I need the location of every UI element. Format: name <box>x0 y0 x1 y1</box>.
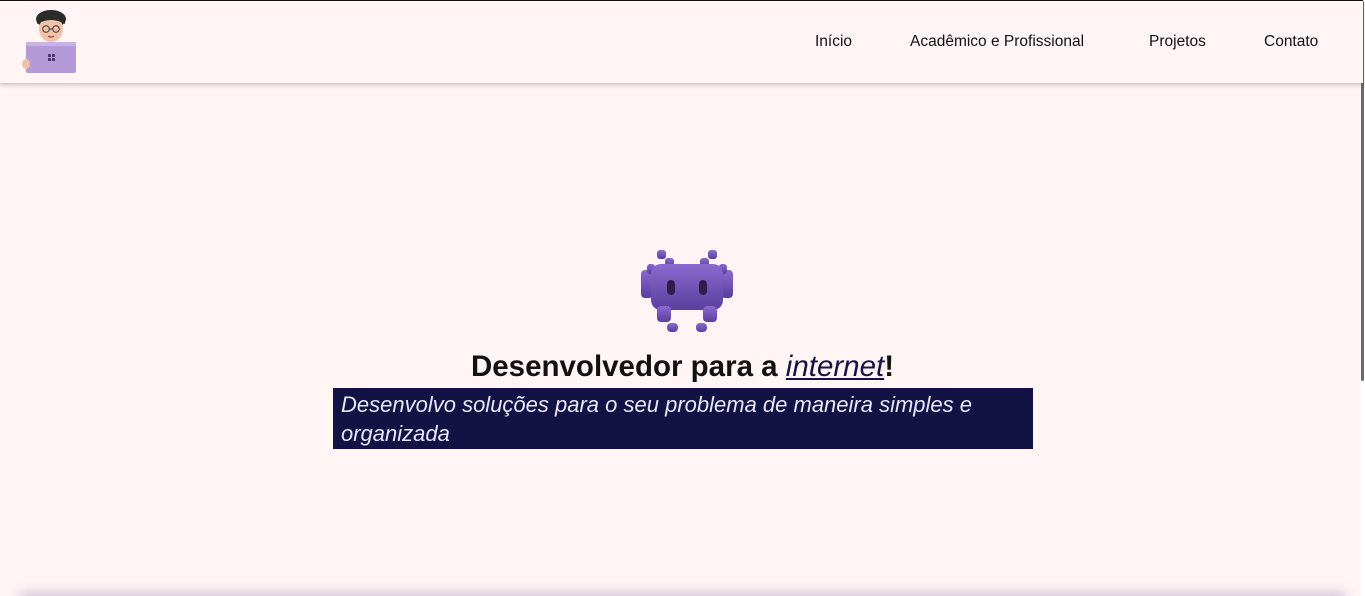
hero-title-end: ! <box>884 350 895 383</box>
hero-title-text: Desenvolvedor para a <box>470 350 786 383</box>
nav-link-inicio[interactable]: Início <box>815 33 852 51</box>
site-header: Início Acadêmico e Profissional Projetos… <box>0 0 1363 83</box>
main-nav: Início Acadêmico e Profissional Projetos… <box>0 33 1363 55</box>
hero-title-highlight: internet <box>785 350 885 383</box>
nav-link-academico-profissional[interactable]: Acadêmico e Profissional <box>910 33 1084 51</box>
page-scrollbar[interactable] <box>1361 0 1365 596</box>
hero-title: Desenvolvedor para a internet! <box>0 350 1365 384</box>
hero-section: Desenvolvedor para a internet! Desenvolv… <box>0 82 1363 596</box>
nav-link-contato[interactable]: Contato <box>1264 33 1318 51</box>
page: Início Acadêmico e Profissional Projetos… <box>0 0 1365 596</box>
alien-monster-icon <box>641 250 733 336</box>
nav-link-projetos[interactable]: Projetos <box>1149 33 1206 51</box>
hero-subtitle: Desenvolvo soluções para o seu problema … <box>333 388 1033 449</box>
